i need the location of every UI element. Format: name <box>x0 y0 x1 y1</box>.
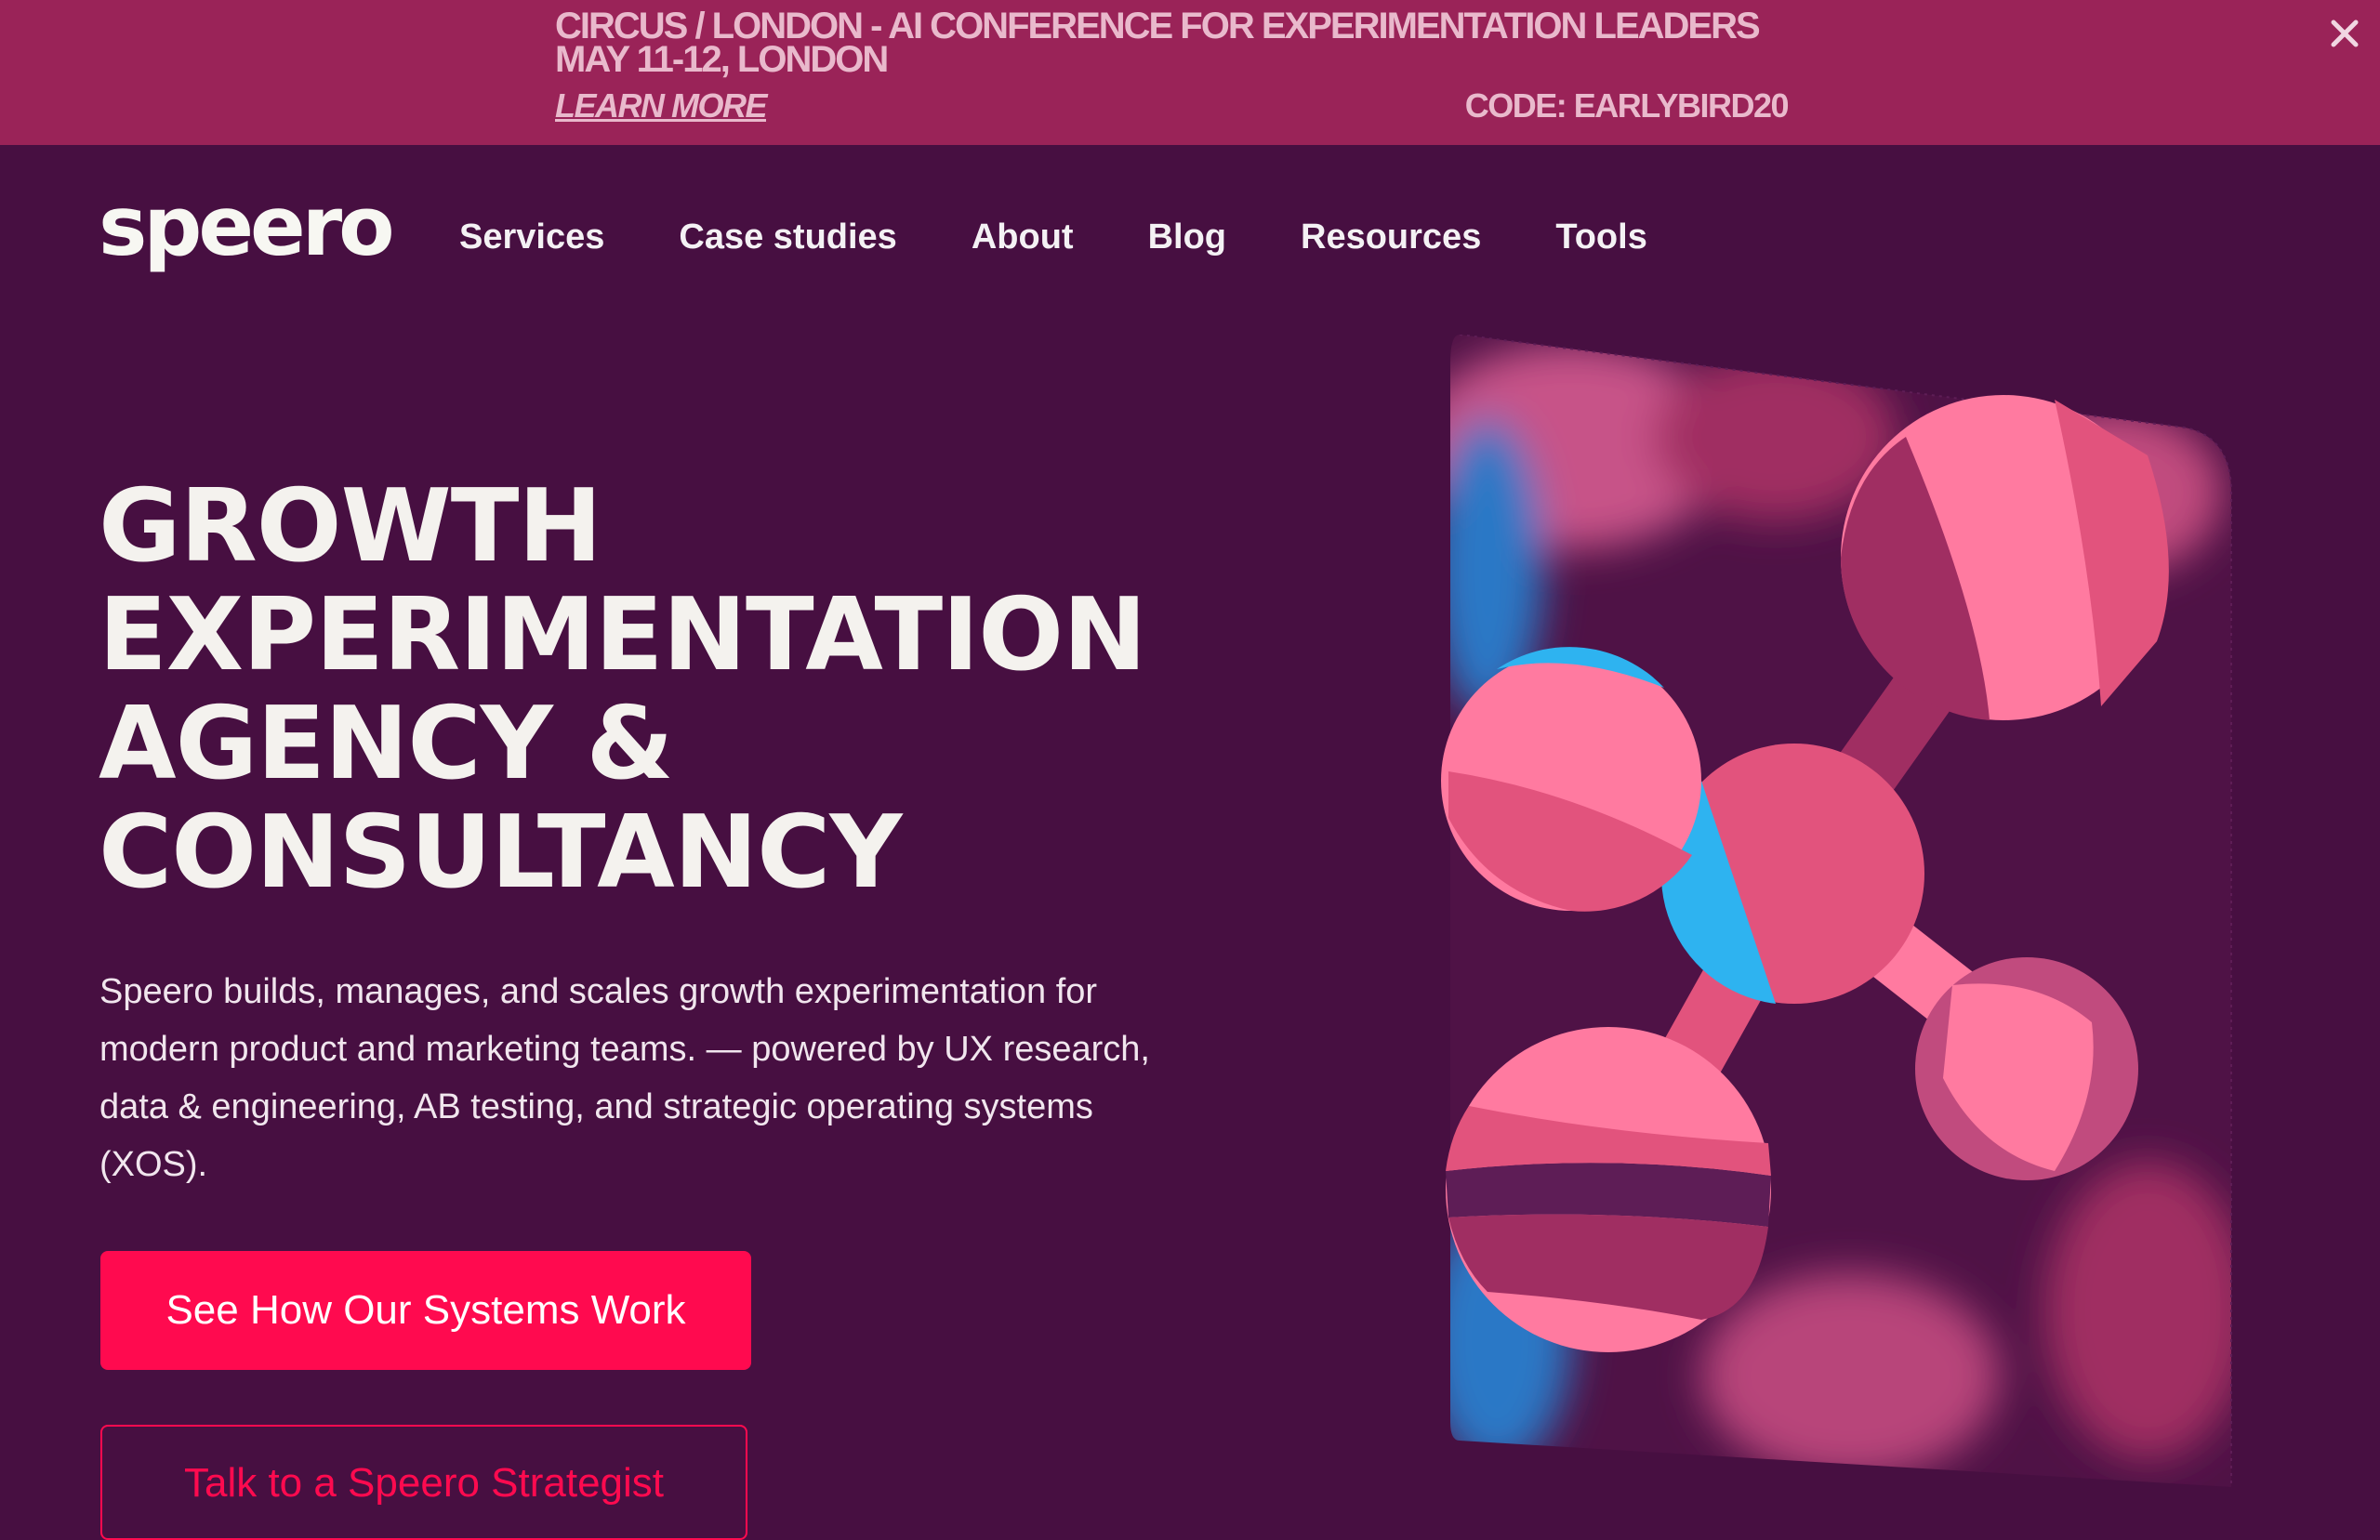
molecule-illustration <box>1385 334 2259 1487</box>
hero-description: Speero builds, manages, and scales growt… <box>99 972 1150 1184</box>
close-icon[interactable] <box>2324 13 2365 54</box>
nav-resources[interactable]: Resources <box>1301 216 1481 258</box>
main-nav: Services Case studies About Blog Resourc… <box>459 216 1722 258</box>
hero-title: GROWTH EXPERIMENTATION AGENCY & CONSULTA… <box>99 472 1146 907</box>
nav-tools[interactable]: Tools <box>1555 216 1647 258</box>
hero-title-line: CONSULTANCY <box>99 795 903 911</box>
nav-blog[interactable]: Blog <box>1148 216 1226 258</box>
hero-title-line: AGENCY & <box>99 686 674 802</box>
see-systems-button[interactable]: See How Our Systems Work <box>100 1251 751 1370</box>
talk-strategist-button[interactable]: Talk to a Speero Strategist <box>100 1425 747 1540</box>
announcement-banner: CIRCUS / LONDON - AI CONFERENCE FOR EXPE… <box>0 0 2380 145</box>
learn-more-link[interactable]: LEARN MORE <box>555 89 768 123</box>
promo-code: CODE: EARLYBIRD20 <box>1464 86 1790 125</box>
nav-services[interactable]: Services <box>459 216 604 258</box>
hero-title-line: EXPERIMENTATION <box>99 577 1146 693</box>
speero-logo[interactable]: speero <box>99 186 395 268</box>
banner-date: MAY 11-12, LONDON <box>555 39 889 80</box>
hero-title-line: GROWTH <box>99 468 602 585</box>
nav-case-studies[interactable]: Case studies <box>679 216 896 258</box>
nav-about[interactable]: About <box>972 216 1074 258</box>
